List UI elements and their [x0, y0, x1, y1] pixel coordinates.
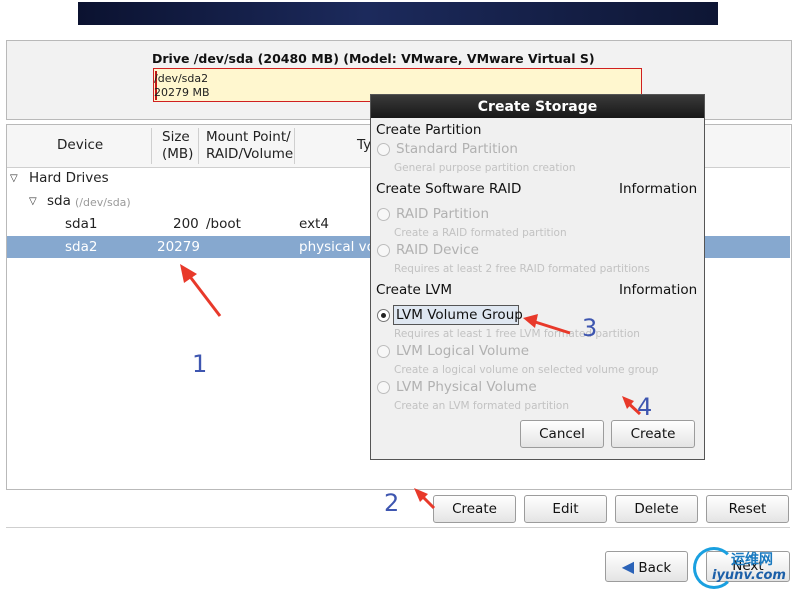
arrow-1 [186, 273, 222, 317]
arrow-3 [531, 319, 571, 335]
watermark-url: iyunv.com [712, 568, 786, 583]
annotation-number: 4 [637, 393, 653, 421]
watermark-text: 运维网 [731, 552, 773, 568]
annotation-number: 2 [384, 489, 400, 517]
annotation-number: 3 [582, 314, 598, 342]
arrow-3-head [523, 314, 538, 328]
annotation-number: 1 [192, 350, 208, 378]
